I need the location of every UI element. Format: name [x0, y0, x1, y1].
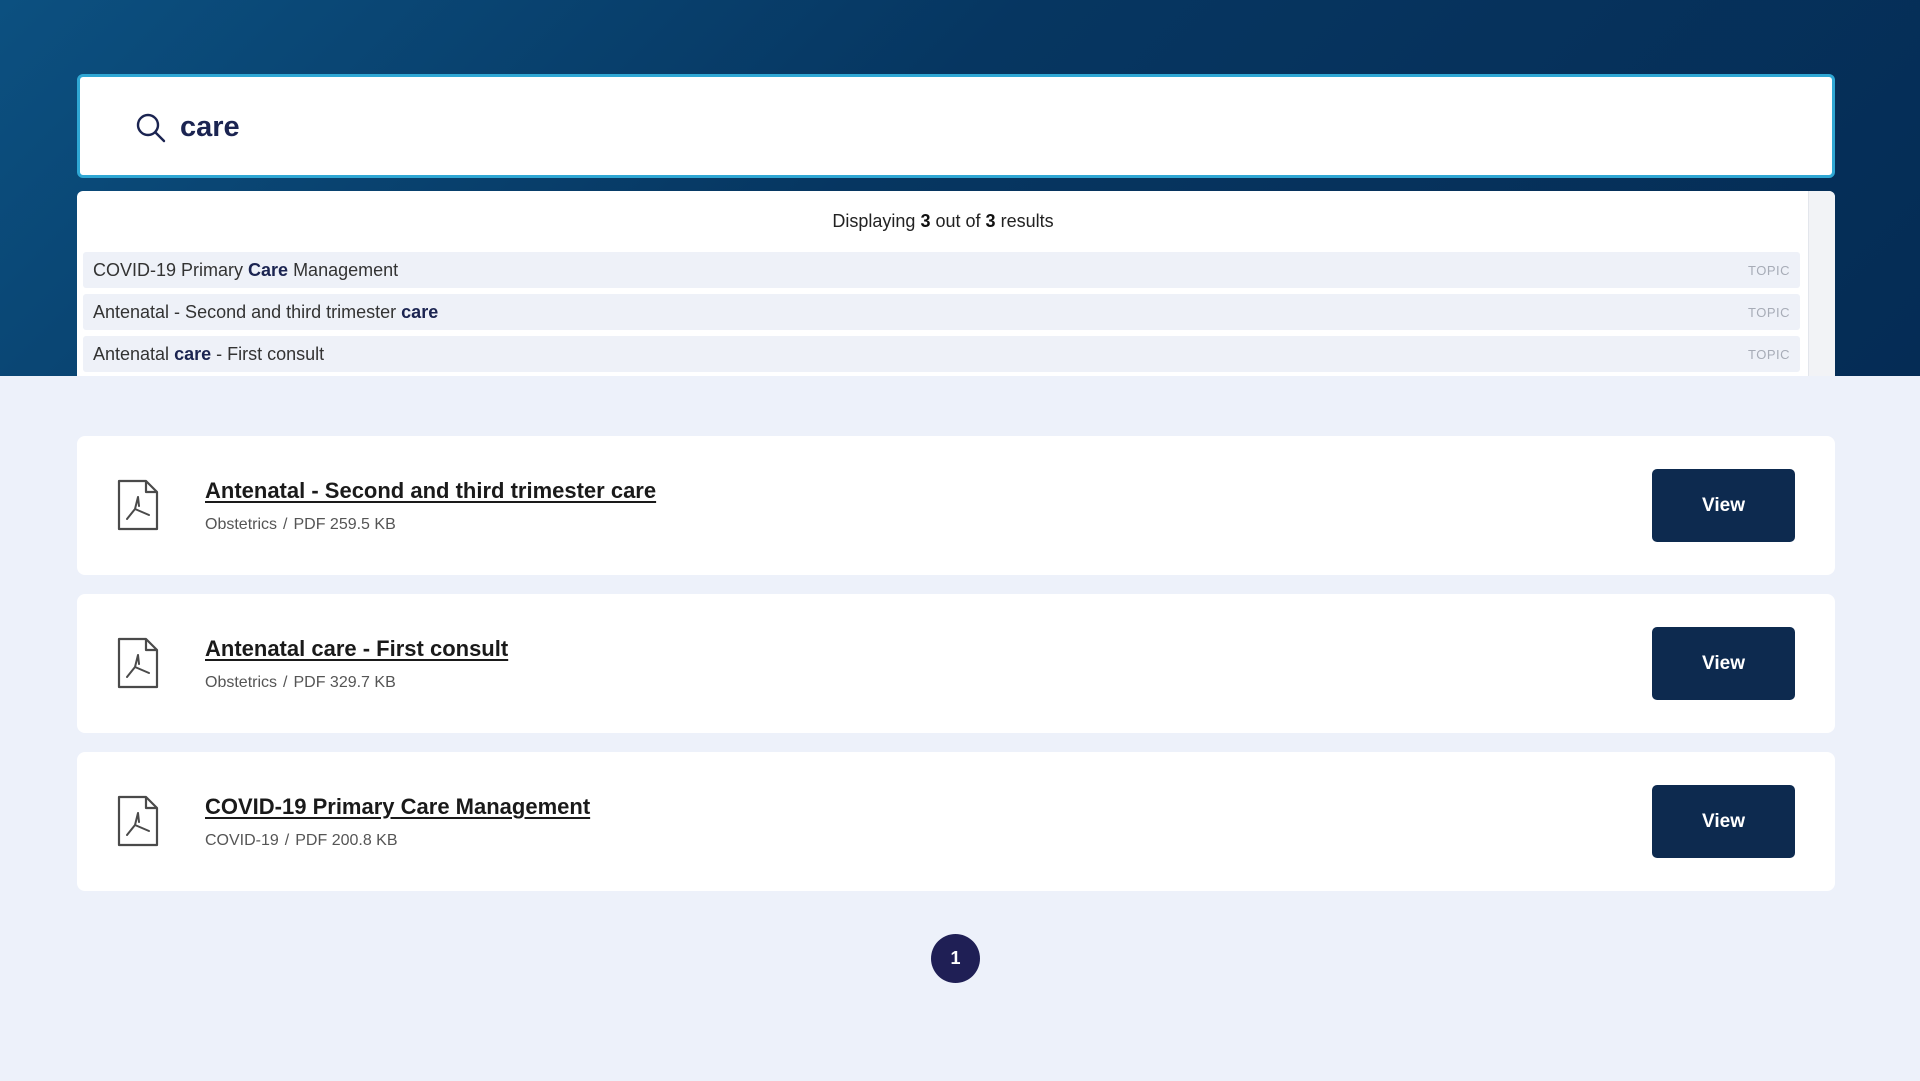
result-title-link[interactable]: Antenatal care - First consult	[205, 636, 508, 662]
dropdown-scrollbar[interactable]	[1808, 191, 1835, 376]
search-box[interactable]	[77, 74, 1835, 178]
pdf-file-icon	[117, 795, 159, 847]
result-title-link[interactable]: Antenatal - Second and third trimester c…	[205, 478, 656, 504]
pagination-page-button[interactable]: 1	[931, 934, 980, 983]
result-meta: COVID-19/PDF 200.8 KB	[205, 832, 398, 849]
suggestion-label: Antenatal - Second and third trimester c…	[93, 301, 439, 322]
suggestion-item[interactable]: Antenatal - Second and third trimester c…	[83, 294, 1800, 330]
search-icon	[136, 113, 166, 143]
suggestion-type-tag: TOPIC	[1748, 304, 1790, 320]
suggestion-item[interactable]: Antenatal care - First consult TOPIC	[83, 336, 1800, 372]
suggestion-label: Antenatal care - First consult	[93, 343, 325, 364]
view-button[interactable]: View	[1652, 785, 1795, 858]
suggestion-label: COVID-19 Primary Care Management	[93, 259, 399, 280]
result-count: Displaying 3 out of 3 results	[832, 211, 1054, 231]
view-button[interactable]: View	[1652, 469, 1795, 542]
search-input[interactable]	[180, 99, 1680, 155]
result-meta: Obstetrics / PDF 259.5 KB	[205, 516, 396, 533]
pdf-file-icon	[117, 637, 159, 689]
result-title-link[interactable]: COVID-19 Primary Care Management	[205, 794, 590, 820]
result-card: Antenatal - Second and third trimester c…	[77, 436, 1835, 575]
suggestion-item[interactable]: COVID-19 Primary Care Management TOPIC	[83, 252, 1800, 288]
pdf-file-icon	[117, 479, 159, 531]
search-suggestions-dropdown: Displaying 3 out of 3 results COVID-19 P…	[77, 191, 1835, 376]
suggestion-type-tag: TOPIC	[1748, 346, 1790, 362]
result-card: Antenatal care - First consult Obstetric…	[77, 594, 1835, 733]
suggestion-type-tag: TOPIC	[1748, 262, 1790, 278]
view-button[interactable]: View	[1652, 627, 1795, 700]
result-meta: Obstetrics / PDF 329.7 KB	[205, 674, 396, 691]
result-card: COVID-19 Primary Care Management COVID-1…	[77, 752, 1835, 891]
